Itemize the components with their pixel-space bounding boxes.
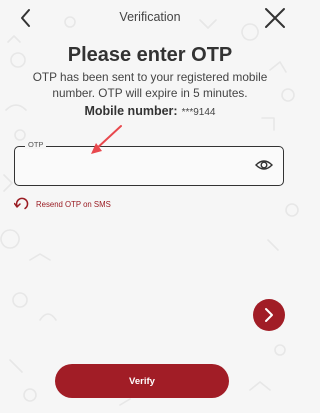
close-button[interactable] bbox=[262, 6, 288, 30]
otp-field[interactable]: OTP bbox=[14, 140, 284, 186]
refresh-icon bbox=[14, 197, 29, 210]
close-icon bbox=[265, 8, 285, 28]
verify-button[interactable]: Verify bbox=[55, 364, 229, 398]
mobile-number-value: ***9144 bbox=[181, 107, 216, 118]
eye-icon[interactable] bbox=[255, 158, 273, 172]
header-title: Verification bbox=[119, 10, 181, 24]
resend-otp-label: Resend OTP on SMS bbox=[36, 199, 111, 209]
next-button[interactable] bbox=[253, 299, 285, 331]
resend-otp-link[interactable]: Resend OTP on SMS bbox=[14, 197, 111, 211]
otp-input[interactable] bbox=[25, 155, 244, 179]
chevron-right-icon bbox=[265, 308, 273, 322]
mobile-number-line: Mobile number: ***9144 bbox=[0, 104, 300, 118]
page-title: Please enter OTP bbox=[67, 44, 233, 66]
otp-instructions: OTP has been sent to your registered mob… bbox=[32, 70, 268, 100]
header-bar: Verification bbox=[0, 0, 300, 36]
otp-field-label: OTP bbox=[25, 140, 47, 149]
mobile-number-label: Mobile number: bbox=[84, 104, 178, 118]
